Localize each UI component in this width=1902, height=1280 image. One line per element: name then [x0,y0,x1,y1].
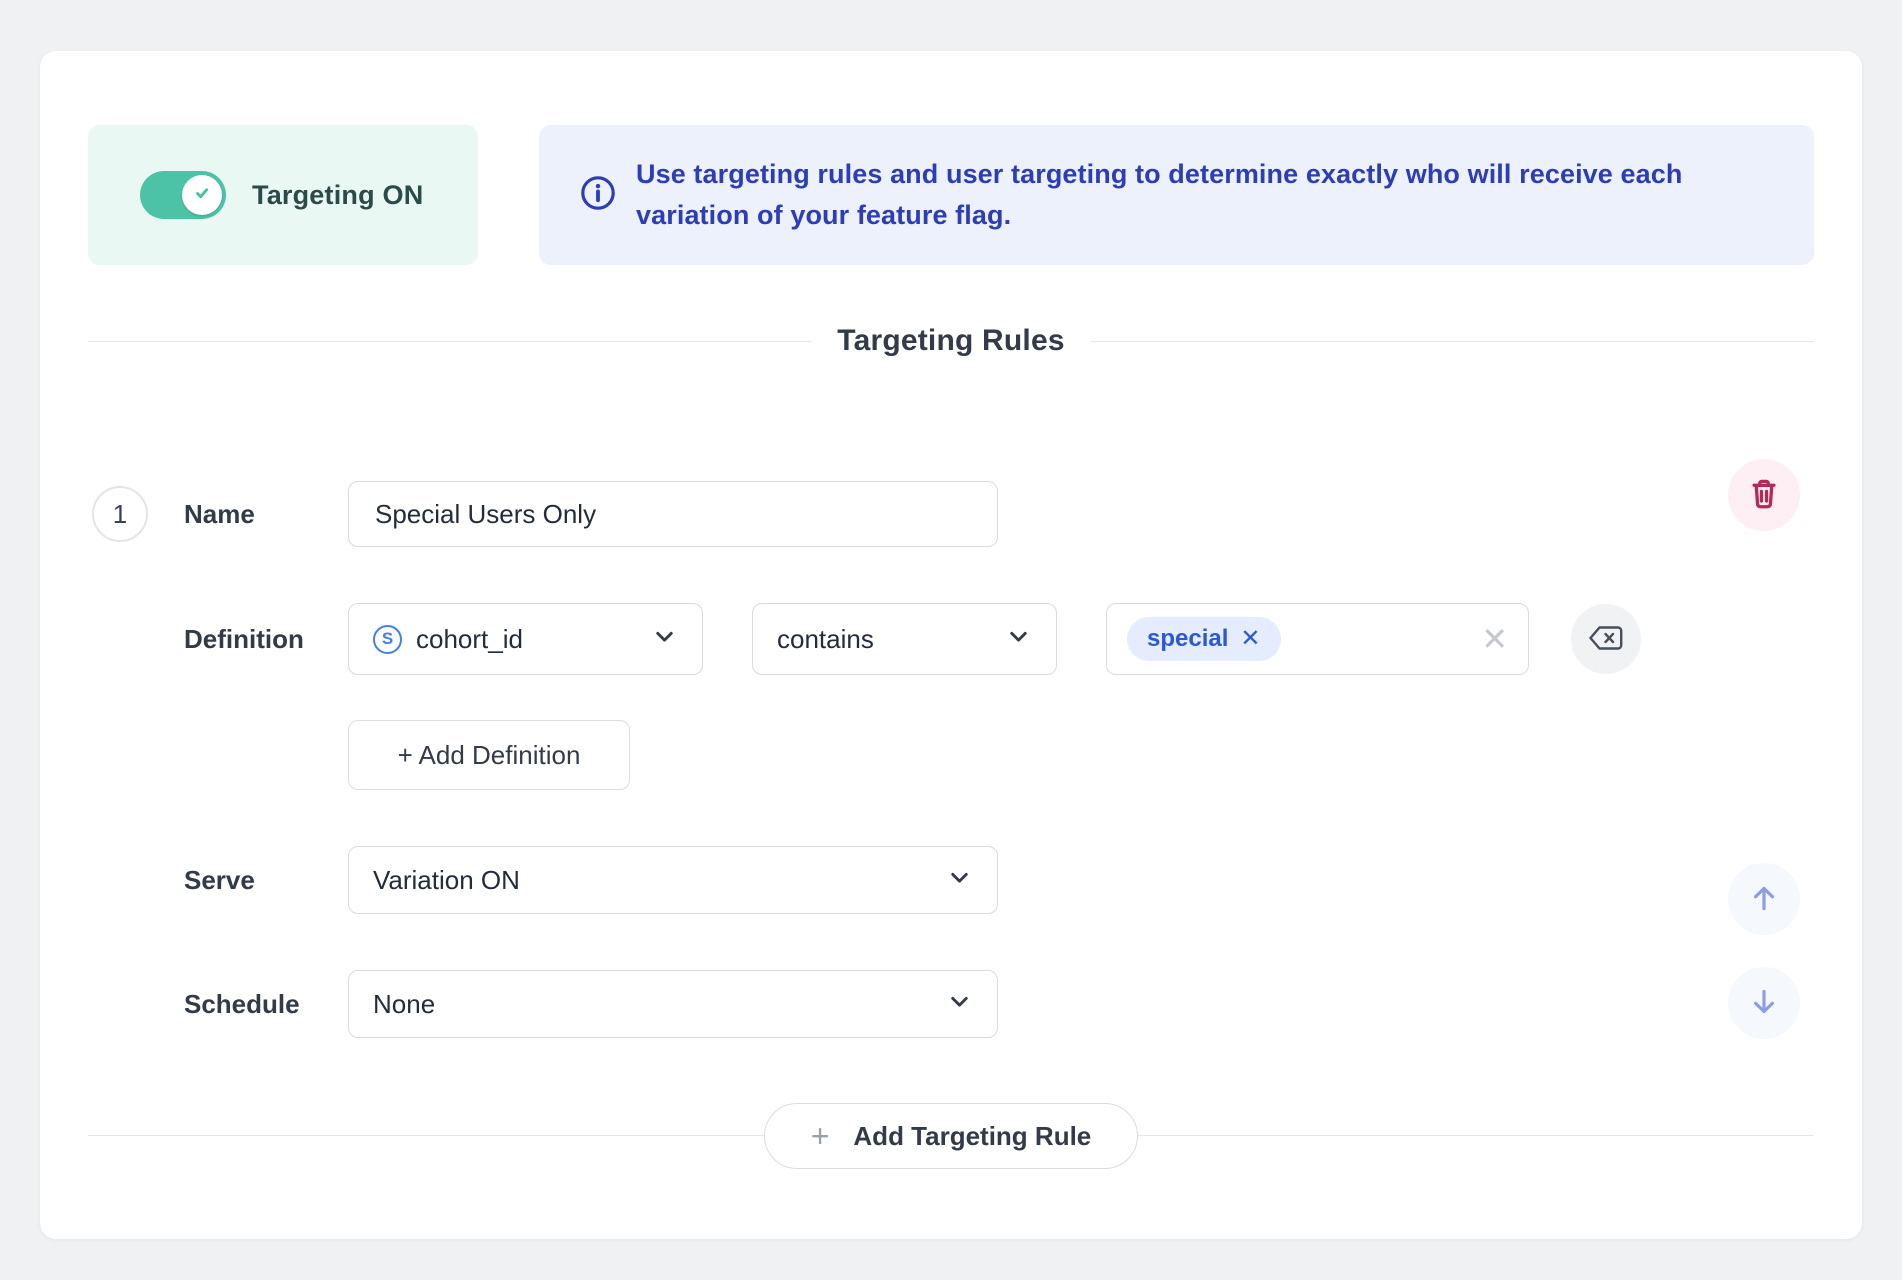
rule-serve-row: Serve Variation ON [88,846,1814,914]
move-rule-up-button[interactable] [1728,863,1800,935]
definition-field-text: cohort_id [416,623,523,654]
chevron-down-icon [946,864,973,896]
serve-value: Variation ON [373,864,520,895]
chevron-down-icon [1005,623,1032,655]
chip-remove-x-icon[interactable]: ✕ [1240,627,1260,651]
targeting-toggle-label: Targeting ON [252,179,424,210]
serve-select[interactable]: Variation ON [348,846,998,914]
definition-field-select[interactable]: S cohort_id [348,603,703,675]
schedule-value: None [373,988,436,1019]
add-targeting-rule-label: Add Targeting Rule [853,1120,1092,1151]
add-definition-button[interactable]: + Add Definition [348,720,630,790]
rule-number-badge: 1 [92,486,148,542]
top-banners: Targeting ON Use targeting rules and use… [88,125,1814,265]
rule-schedule-row: Schedule None [88,970,1814,1038]
targeting-toggle-pill: Targeting ON [88,125,478,265]
name-label: Name [184,498,255,529]
value-chip: special ✕ [1127,617,1281,661]
toggle-knob [182,175,222,215]
definition-controls: S cohort_id contains special ✕ ✕ + Add D… [348,603,1641,790]
arrow-up-icon [1746,880,1782,919]
section-title: Targeting Rules [837,324,1065,357]
move-rule-down-button[interactable] [1728,967,1800,1039]
info-banner-text: Use targeting rules and user targeting t… [636,159,1683,230]
backspace-button[interactable] [1571,604,1641,674]
arrow-down-icon [1746,984,1782,1023]
definition-label: Definition [184,624,304,654]
rule-name-row: 1 Name [88,481,1814,547]
definition-field-value: S cohort_id [373,624,523,655]
divider-left [88,340,812,342]
divider-right [1090,340,1815,342]
section-header: Targeting Rules [88,321,1815,361]
footer-bar: + Add Targeting Rule [88,1103,1814,1169]
chevron-down-icon [651,623,678,655]
check-icon [190,181,214,210]
targeting-card: Targeting ON Use targeting rules and use… [40,51,1862,1239]
backspace-icon [1586,623,1626,656]
trash-icon [1746,476,1782,515]
schedule-select[interactable]: None [348,970,998,1038]
serve-label: Serve [184,864,255,895]
add-targeting-rule-button[interactable]: + Add Targeting Rule [763,1103,1139,1169]
schedule-label: Schedule [184,988,300,1019]
segment-s-icon: S [373,624,402,654]
info-icon [579,174,617,217]
definition-operator-select[interactable]: contains [752,603,1057,675]
chevron-down-icon [946,988,973,1020]
plus-icon: + [810,1118,830,1154]
targeting-toggle[interactable] [140,171,226,219]
definition-values-input[interactable]: special ✕ ✕ [1106,603,1529,675]
info-banner: Use targeting rules and user targeting t… [539,125,1814,265]
value-chip-text: special [1147,625,1229,652]
rule-name-input[interactable] [348,481,998,547]
clear-values-x-icon[interactable]: ✕ [1481,623,1508,655]
definition-operator-value: contains [777,623,874,654]
definition-line: S cohort_id contains special ✕ ✕ [348,603,1641,675]
targeting-rule-1: 1 Name Definition S cohort_id [88,481,1814,1038]
rule-definition-row: Definition S cohort_id contains special … [88,603,1814,790]
delete-rule-button[interactable] [1728,459,1800,531]
